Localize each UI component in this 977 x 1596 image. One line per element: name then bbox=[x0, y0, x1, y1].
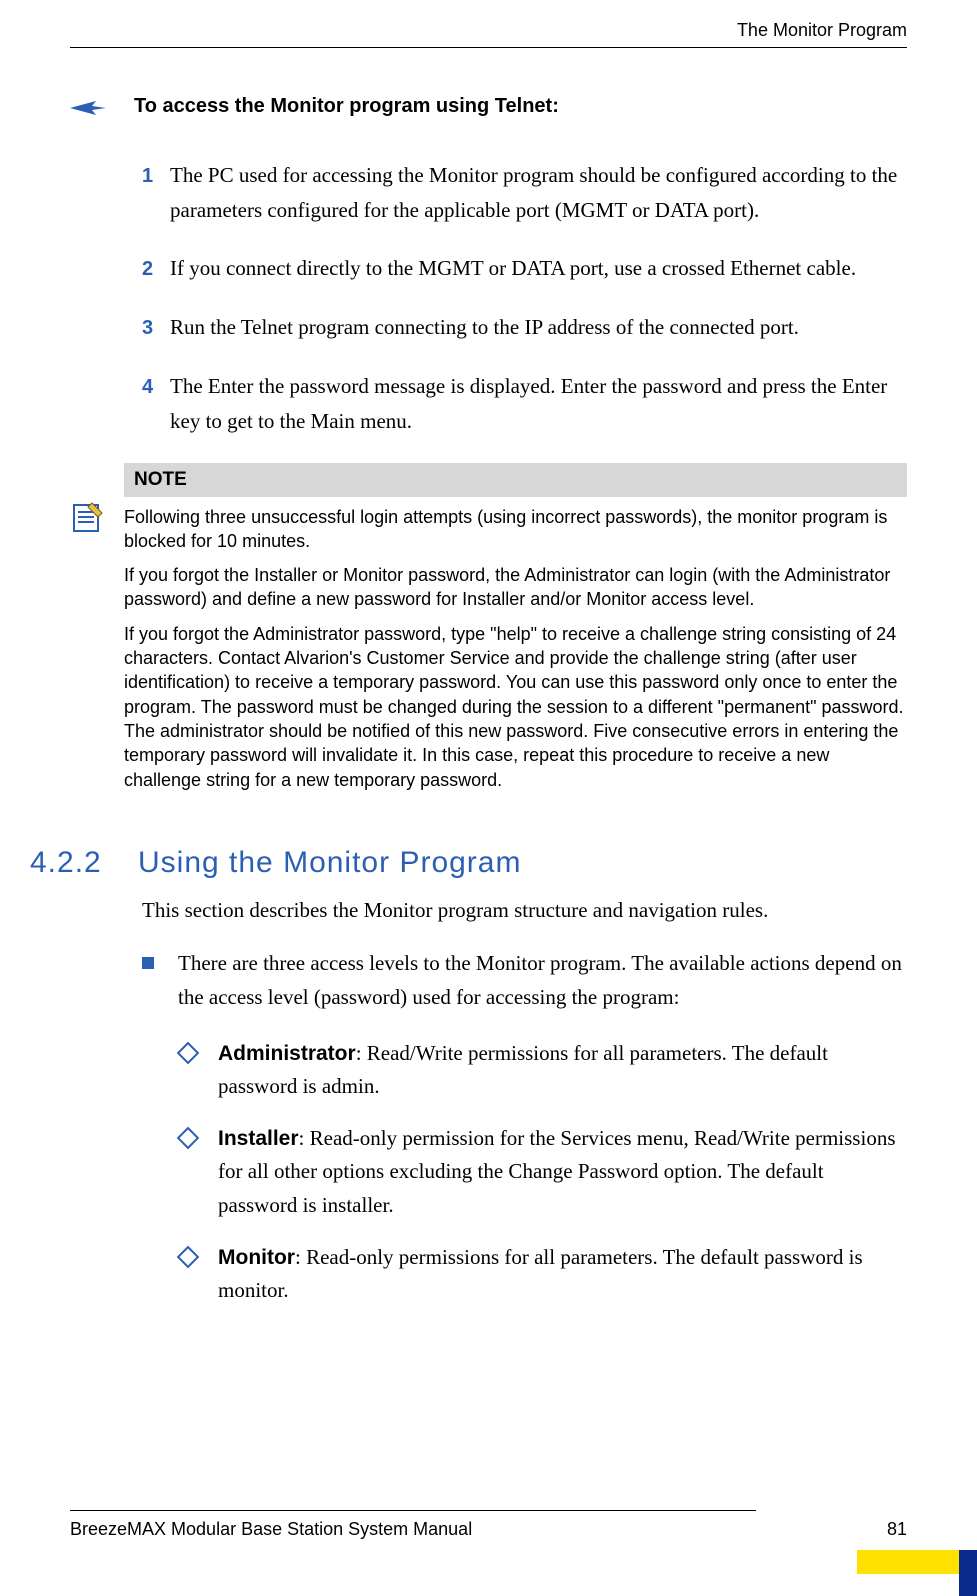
step-number: 4 bbox=[142, 371, 170, 404]
manual-title: BreezeMAX Modular Base Station System Ma… bbox=[70, 1519, 472, 1540]
note-body: NOTE Following three unsuccessful login … bbox=[124, 463, 907, 802]
step-number: 3 bbox=[142, 312, 170, 345]
step-item: 1 The PC used for accessing the Monitor … bbox=[142, 158, 907, 227]
bullet-text: There are three access levels to the Mon… bbox=[178, 947, 907, 1014]
step-text: Run the Telnet program connecting to the… bbox=[170, 310, 907, 345]
sub-text: Installer: Read-only permission for the … bbox=[218, 1122, 907, 1223]
diamond-bullet-icon bbox=[177, 1126, 200, 1149]
step-item: 2 If you connect directly to the MGMT or… bbox=[142, 251, 907, 286]
sub-lead: Monitor bbox=[218, 1246, 295, 1269]
square-bullet-icon bbox=[142, 957, 154, 969]
note-heading: NOTE bbox=[124, 463, 907, 497]
blue-bar-icon bbox=[959, 1550, 977, 1596]
bullet-item: There are three access levels to the Mon… bbox=[142, 947, 907, 1014]
step-item: 4 The Enter the password message is disp… bbox=[142, 369, 907, 438]
step-list: 1 The PC used for accessing the Monitor … bbox=[142, 158, 907, 439]
step-item: 3 Run the Telnet program connecting to t… bbox=[142, 310, 907, 345]
running-title: The Monitor Program bbox=[737, 20, 907, 40]
section-title: Using the Monitor Program bbox=[138, 846, 521, 880]
section-intro: This section describes the Monitor progr… bbox=[142, 894, 907, 928]
diamond-bullet-icon bbox=[177, 1041, 200, 1064]
running-header: The Monitor Program bbox=[70, 20, 907, 48]
sub-text: Administrator: Read/Write permissions fo… bbox=[218, 1037, 907, 1104]
section-heading-row: 4.2.2 Using the Monitor Program bbox=[70, 846, 907, 880]
content-area: To access the Monitor program using Teln… bbox=[70, 95, 907, 1326]
note-paragraph: If you forgot the Administrator password… bbox=[124, 622, 907, 792]
step-text: If you connect directly to the MGMT or D… bbox=[170, 251, 907, 286]
arrow-icon bbox=[70, 99, 106, 122]
footer-rule bbox=[70, 1510, 756, 1511]
corner-decoration bbox=[857, 1544, 977, 1596]
sub-lead: Administrator bbox=[218, 1042, 356, 1065]
page: The Monitor Program To access the Monito… bbox=[0, 0, 977, 1596]
page-number: 81 bbox=[887, 1519, 907, 1540]
sub-rest: : Read-only permissions for all paramete… bbox=[218, 1245, 863, 1303]
diamond-bullet-icon bbox=[177, 1245, 200, 1268]
note-icon bbox=[70, 501, 110, 540]
sub-lead: Installer bbox=[218, 1127, 299, 1150]
procedure-title: To access the Monitor program using Teln… bbox=[134, 95, 559, 118]
footer-row: BreezeMAX Modular Base Station System Ma… bbox=[70, 1519, 907, 1540]
note-text: Following three unsuccessful login attem… bbox=[124, 497, 907, 792]
note-block: NOTE Following three unsuccessful login … bbox=[70, 463, 907, 802]
sub-item: Installer: Read-only permission for the … bbox=[180, 1122, 907, 1223]
sub-item: Administrator: Read/Write permissions fo… bbox=[180, 1037, 907, 1104]
procedure-heading-row: To access the Monitor program using Teln… bbox=[70, 95, 907, 122]
page-footer: BreezeMAX Modular Base Station System Ma… bbox=[70, 1510, 907, 1540]
step-number: 2 bbox=[142, 253, 170, 286]
step-text: The PC used for accessing the Monitor pr… bbox=[170, 158, 907, 227]
sub-item: Monitor: Read-only permissions for all p… bbox=[180, 1241, 907, 1308]
step-number: 1 bbox=[142, 160, 170, 193]
step-text: The Enter the password message is displa… bbox=[170, 369, 907, 438]
sub-rest: : Read-only permission for the Services … bbox=[218, 1126, 896, 1217]
note-paragraph: If you forgot the Installer or Monitor p… bbox=[124, 563, 907, 612]
section-number: 4.2.2 bbox=[30, 846, 138, 880]
sub-text: Monitor: Read-only permissions for all p… bbox=[218, 1241, 907, 1308]
note-paragraph: Following three unsuccessful login attem… bbox=[124, 505, 907, 554]
